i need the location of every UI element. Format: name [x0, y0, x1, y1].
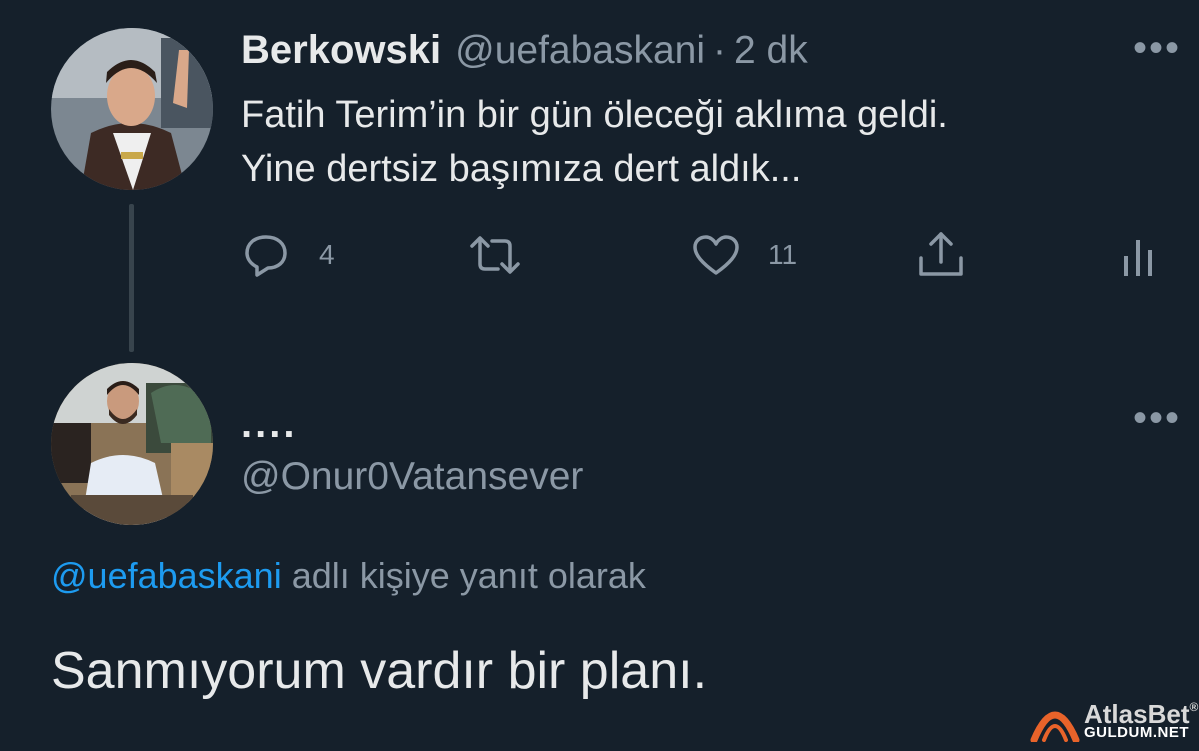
avatar-image — [51, 28, 213, 190]
like-action[interactable]: 11 — [692, 234, 797, 276]
replying-to-label: adlı kişiye yanıt olarak — [291, 555, 646, 596]
replying-to-mention[interactable]: @uefabaskani — [51, 555, 282, 596]
reply-avatar-image — [51, 363, 213, 525]
analytics-icon — [1124, 240, 1152, 276]
heart-icon — [693, 235, 739, 275]
reply-author-name[interactable]: .... — [241, 402, 297, 447]
author-name[interactable]: Berkowski — [241, 28, 441, 73]
share-icon — [919, 232, 963, 276]
author-avatar[interactable] — [51, 28, 213, 190]
thread-line — [129, 204, 134, 352]
watermark: AtlasBet® GULDUM.NET — [1030, 698, 1198, 742]
retweet-icon — [470, 236, 520, 274]
analytics-action[interactable] — [1120, 236, 1156, 278]
tweet-text: Fatih Terim’in bir gün öleceği aklıma ge… — [241, 88, 948, 196]
tweet-header: Berkowski @uefabaskani · 2 dk — [241, 28, 808, 73]
atlasbet-logo-icon — [1030, 711, 1080, 742]
watermark-site: GULDUM.NET — [1084, 723, 1189, 741]
watermark-registered: ® — [1189, 699, 1199, 714]
comment-icon — [245, 235, 287, 277]
reply-count: 4 — [319, 239, 335, 270]
like-count: 11 — [768, 239, 798, 270]
replying-to: @uefabaskani adlı kişiye yanıt olarak — [51, 555, 646, 597]
tweet-text-line: Fatih Terim’in bir gün öleceği aklıma ge… — [241, 94, 948, 136]
reply-author-avatar[interactable] — [51, 363, 213, 525]
more-options-icon[interactable]: ••• — [1133, 28, 1181, 68]
tweet-text-line: Yine dertsiz başımıza dert aldık... — [241, 148, 802, 190]
retweet-action[interactable] — [468, 234, 522, 276]
reply-action[interactable]: 4 — [243, 233, 335, 277]
tweet-time[interactable]: 2 dk — [734, 29, 808, 73]
reply-text: Sanmıyorum vardır bir planı. — [51, 642, 708, 700]
author-handle[interactable]: @uefabaskani — [455, 29, 705, 73]
header-separator: · — [713, 29, 727, 72]
reply-more-options-icon[interactable]: ••• — [1133, 398, 1181, 438]
share-action[interactable] — [916, 230, 966, 278]
reply-author-handle[interactable]: @Onur0Vatansever — [241, 455, 583, 499]
